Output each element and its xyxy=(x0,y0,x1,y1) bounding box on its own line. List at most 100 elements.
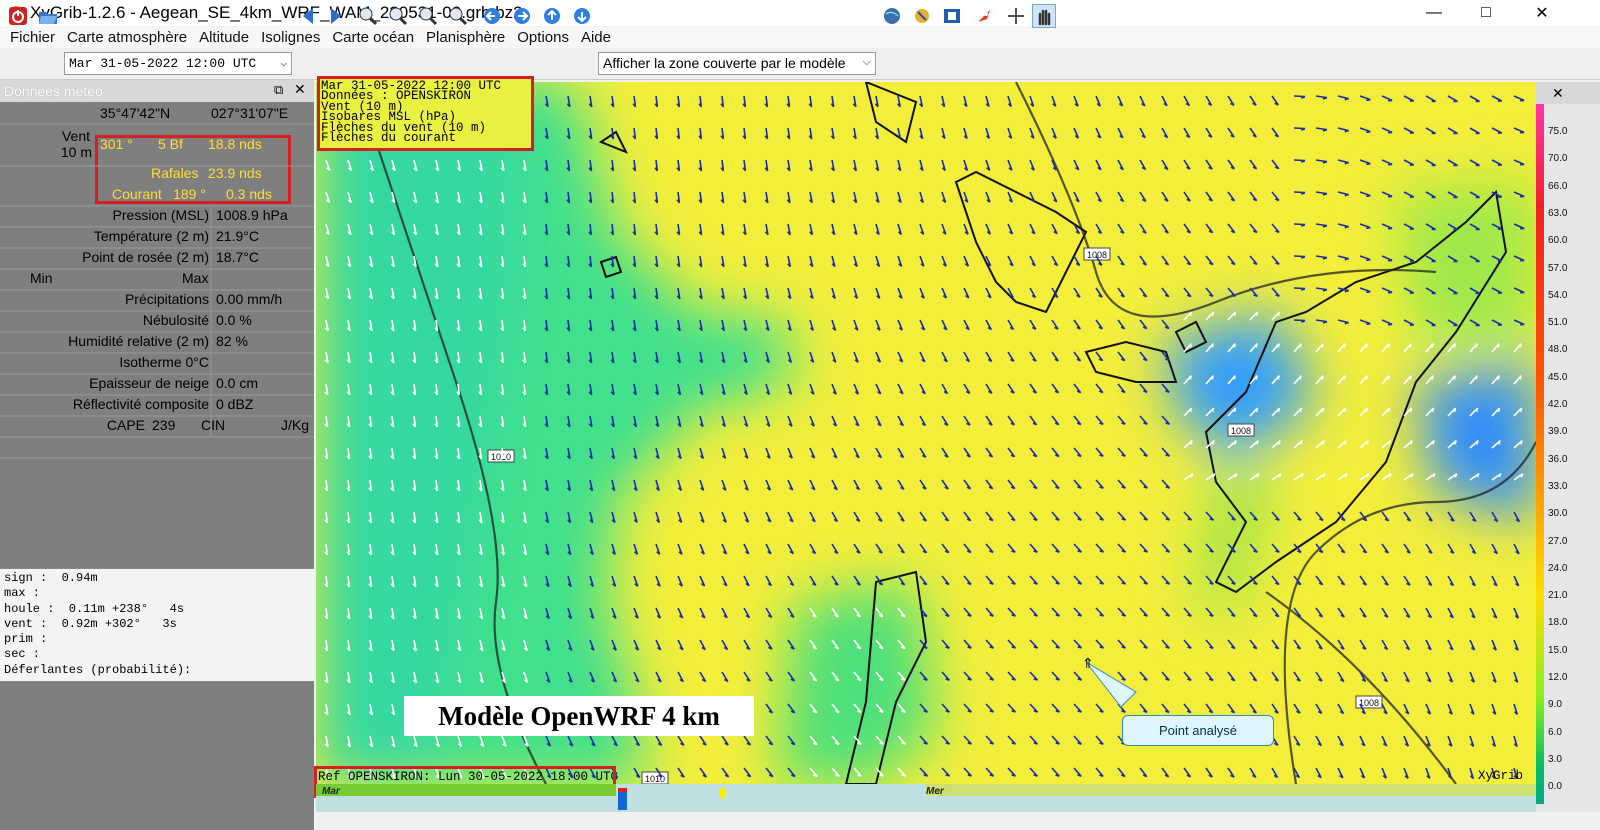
data-row: Isotherme 0°C xyxy=(0,353,314,374)
data-row: Pression (MSL) 1008.9 hPa xyxy=(0,206,314,227)
isobar-label: 1010 xyxy=(491,452,511,462)
data-row: Réflectivité composite 0 dBZ xyxy=(0,395,314,416)
legend-tick: 57.0 xyxy=(1548,262,1568,274)
close-legend-icon[interactable]: ✕ xyxy=(1552,85,1564,102)
data-row: Température (2 m) 21.9°C xyxy=(0,227,314,248)
map-canvas[interactable]: 1008 1008 1010 1008 1010 ⇑ xyxy=(316,82,1536,784)
menu-altitude[interactable]: Altitude xyxy=(193,29,255,46)
weather-data-panel: Données météo ⧉ ✕ 35°47'42"N 027°31'07"E… xyxy=(0,80,314,830)
info-highlight-box xyxy=(317,76,534,151)
legend-tick: 3.0 xyxy=(1548,753,1562,765)
legend-tick: 42.0 xyxy=(1548,399,1568,410)
row-value: 18.7°C xyxy=(216,249,259,265)
legend-tick: 9.0 xyxy=(1548,699,1562,711)
download-icon[interactable] xyxy=(910,4,934,28)
menu-carte-atmosphere[interactable]: Carte atmosphère xyxy=(61,29,193,46)
rocket-icon[interactable] xyxy=(972,4,996,28)
legend-tick: 6.0 xyxy=(1548,726,1562,738)
menu-carte-ocean[interactable]: Carte océan xyxy=(326,29,420,46)
float-panel-icon[interactable]: ⧉ xyxy=(274,82,283,98)
row-value: 0 dBZ xyxy=(216,396,254,412)
panel-title: Données météo xyxy=(4,83,103,99)
crosshair-icon[interactable] xyxy=(1004,4,1028,28)
row-label: Réflectivité composite xyxy=(72,396,209,412)
pan-down-icon[interactable] xyxy=(570,4,594,28)
legend-tick: 0.0 xyxy=(1548,781,1562,793)
min-max-row: Min Max xyxy=(0,269,314,290)
data-row: Point de rosée (2 m) 18.7°C xyxy=(0,248,314,269)
legend-tick: 54.0 xyxy=(1548,289,1568,301)
legend-tick: 21.0 xyxy=(1548,590,1568,602)
grib-server-icon[interactable] xyxy=(940,4,964,28)
pan-up-icon[interactable] xyxy=(540,4,564,28)
chevron-down-icon: ⌵ xyxy=(862,56,871,68)
previous-date-icon[interactable] xyxy=(296,4,320,28)
isobar-label: 1010 xyxy=(645,774,665,784)
maximize-button[interactable]: □ xyxy=(1458,0,1514,26)
globe-icon[interactable] xyxy=(880,4,904,28)
legend-tick: 15.0 xyxy=(1548,644,1568,656)
zoom-fit-icon[interactable] xyxy=(446,4,470,28)
isobar-label: 1008 xyxy=(1231,426,1251,436)
cin-unit: J/Kg xyxy=(281,417,310,433)
legend-color-bar xyxy=(1536,104,1544,804)
menu-options[interactable]: Options xyxy=(511,29,575,46)
hand-pan-icon[interactable] xyxy=(1032,4,1056,28)
row-value: 0.00 mm/h xyxy=(216,291,283,307)
next-date-icon[interactable] xyxy=(324,4,348,28)
row-value: 82 % xyxy=(216,333,248,349)
time-slider-handle[interactable] xyxy=(618,788,627,810)
data-row: Humidité relative (2 m) 82 % xyxy=(0,332,314,353)
pan-left-icon[interactable] xyxy=(480,4,504,28)
close-panel-icon[interactable]: ✕ xyxy=(294,81,306,98)
coords-row: 35°47'42"N 027°31'07"E xyxy=(0,104,314,125)
date-select[interactable]: Mar 31-05-2022 12:00 UTC ⌵ xyxy=(64,52,292,75)
data-row: Epaisseur de neige 0.0 cm xyxy=(0,374,314,395)
wind-level: 10 m xyxy=(60,144,92,160)
power-icon[interactable] xyxy=(6,4,30,28)
timeline-day-bar xyxy=(316,784,616,796)
zone-select[interactable]: Afficher la zone couverte par le modèle ⌵ xyxy=(598,52,876,75)
menu-isolignes[interactable]: Isolignes xyxy=(255,29,326,46)
menu-fichier[interactable]: Fichier xyxy=(4,29,61,46)
close-button[interactable]: ✕ xyxy=(1514,0,1570,26)
zoom-in-icon[interactable] xyxy=(356,4,380,28)
row-label: Température (2 m) xyxy=(93,228,209,244)
row-label: Humidité relative (2 m) xyxy=(68,333,209,349)
legend-tick: 39.0 xyxy=(1548,426,1568,438)
menu-bar: Fichier Carte atmosphère Altitude Isolig… xyxy=(0,26,1600,48)
latitude: 35°47'42"N xyxy=(100,105,171,121)
timeline-day-label: Mar xyxy=(322,786,340,797)
pan-right-icon[interactable] xyxy=(510,4,534,28)
legend-tick: 30.0 xyxy=(1548,508,1568,520)
row-label: Nébulosité xyxy=(142,312,209,328)
zoom-area-icon[interactable] xyxy=(416,4,440,28)
longitude: 027°31'07"E xyxy=(211,105,289,121)
menu-aide[interactable]: Aide xyxy=(575,29,617,46)
legend-tick: 33.0 xyxy=(1548,480,1568,492)
date-select-value: Mar 31-05-2022 12:00 UTC xyxy=(69,56,257,71)
minimize-button[interactable]: — xyxy=(1406,0,1462,26)
zone-select-value: Afficher la zone couverte par le modèle xyxy=(603,55,846,71)
legend-tick: 27.0 xyxy=(1548,535,1568,547)
time-slider[interactable]: Mar Mer xyxy=(316,784,1536,812)
row-value: 0.0 cm xyxy=(216,375,259,391)
zoom-out-icon[interactable] xyxy=(386,4,410,28)
legend-tick: 51.0 xyxy=(1548,317,1568,329)
legend-tick: 48.0 xyxy=(1548,344,1568,356)
data-row: Précipitations 0.00 mm/h xyxy=(0,290,314,311)
weather-map[interactable]: 1008 1008 1010 1008 1010 ⇑ xyxy=(316,82,1536,784)
chevron-down-icon: ⌵ xyxy=(280,58,287,70)
title-bar: XyGrib-1.2.6 - Aegean_SE_4km_WRF_WAM_220… xyxy=(0,0,1600,26)
legend-tick: 12.0 xyxy=(1548,672,1568,683)
row-label: Epaisseur de neige xyxy=(89,375,209,391)
legend-tick: 24.0 xyxy=(1548,562,1568,574)
legend-tick: 36.0 xyxy=(1548,453,1568,465)
open-file-icon[interactable] xyxy=(36,4,60,28)
row-value: 21.9°C xyxy=(216,228,259,244)
brand-label: XyGrib xyxy=(1478,769,1524,783)
row-value: 1008.9 hPa xyxy=(216,207,288,223)
legend-header: ✕ xyxy=(1536,82,1600,104)
menu-planisphere[interactable]: Planisphère xyxy=(420,29,511,46)
wind-highlight-box xyxy=(95,135,291,204)
